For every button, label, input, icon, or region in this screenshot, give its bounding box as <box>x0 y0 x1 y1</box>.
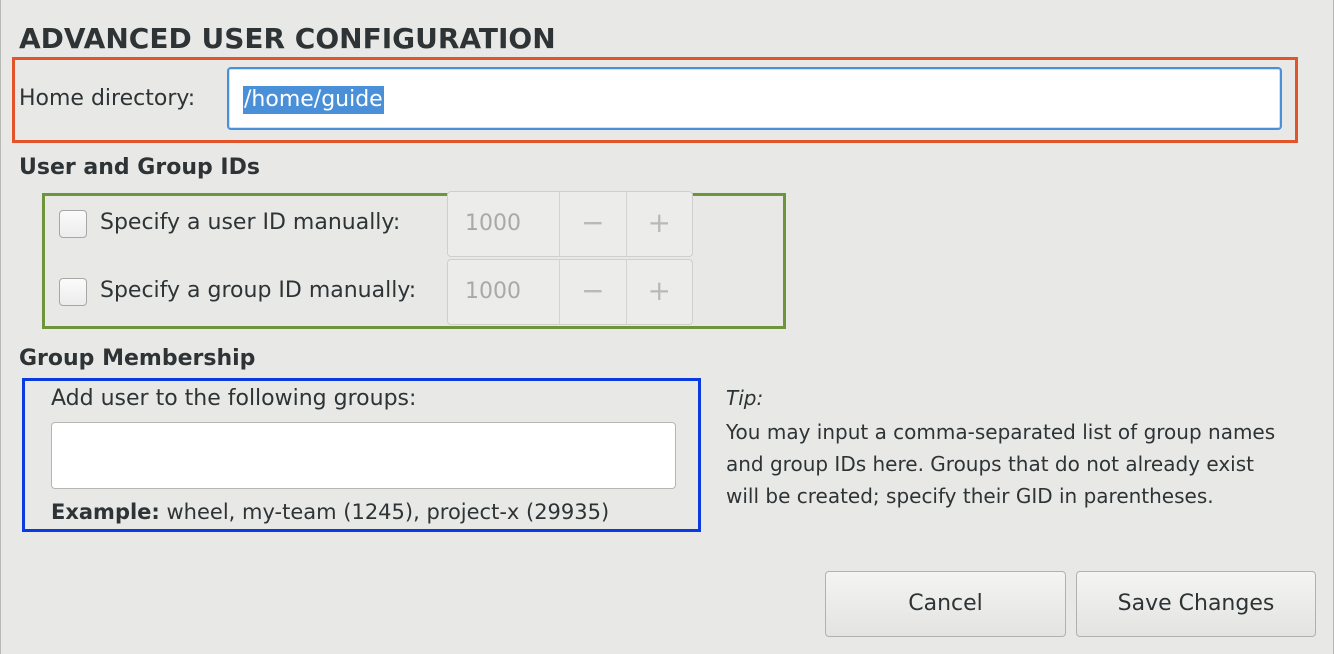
user-id-increment-button[interactable]: + <box>627 192 692 256</box>
advanced-user-configuration-dialog: ADVANCED USER CONFIGURATION Home directo… <box>0 0 1334 654</box>
user-id-decrement-button[interactable]: − <box>560 192 627 256</box>
example-label: Example: <box>51 500 160 524</box>
groups-input[interactable] <box>51 422 676 489</box>
user-id-spinner: 1000 − + <box>447 191 693 257</box>
groups-label: Add user to the following groups: <box>51 386 417 411</box>
group-membership-heading: Group Membership <box>19 346 256 371</box>
groups-example: Example: wheel, my-team (1245), project-… <box>51 500 609 524</box>
group-id-decrement-button[interactable]: − <box>560 260 627 324</box>
user-id-value[interactable]: 1000 <box>448 192 561 256</box>
example-text: wheel, my-team (1245), project-x (29935) <box>159 500 610 524</box>
dialog-title: ADVANCED USER CONFIGURATION <box>19 22 556 55</box>
save-changes-button[interactable]: Save Changes <box>1076 571 1316 637</box>
cancel-button[interactable]: Cancel <box>825 571 1066 637</box>
tip-title: Tip: <box>726 386 764 410</box>
group-id-increment-button[interactable]: + <box>627 260 692 324</box>
group-id-value[interactable]: 1000 <box>448 260 561 324</box>
tip-body: You may input a comma-separated list of … <box>726 420 1276 508</box>
user-id-checkbox[interactable] <box>59 210 87 238</box>
user-id-label[interactable]: Specify a user ID manually: <box>100 210 400 235</box>
group-id-spinner: 1000 − + <box>447 259 693 325</box>
home-directory-value[interactable]: /home/guide <box>243 86 384 114</box>
home-directory-input[interactable]: /home/guide <box>227 67 1282 130</box>
user-group-ids-heading: User and Group IDs <box>19 155 260 180</box>
group-id-label[interactable]: Specify a group ID manually: <box>100 278 416 303</box>
home-directory-label: Home directory: <box>19 86 196 111</box>
group-id-checkbox[interactable] <box>59 278 87 306</box>
